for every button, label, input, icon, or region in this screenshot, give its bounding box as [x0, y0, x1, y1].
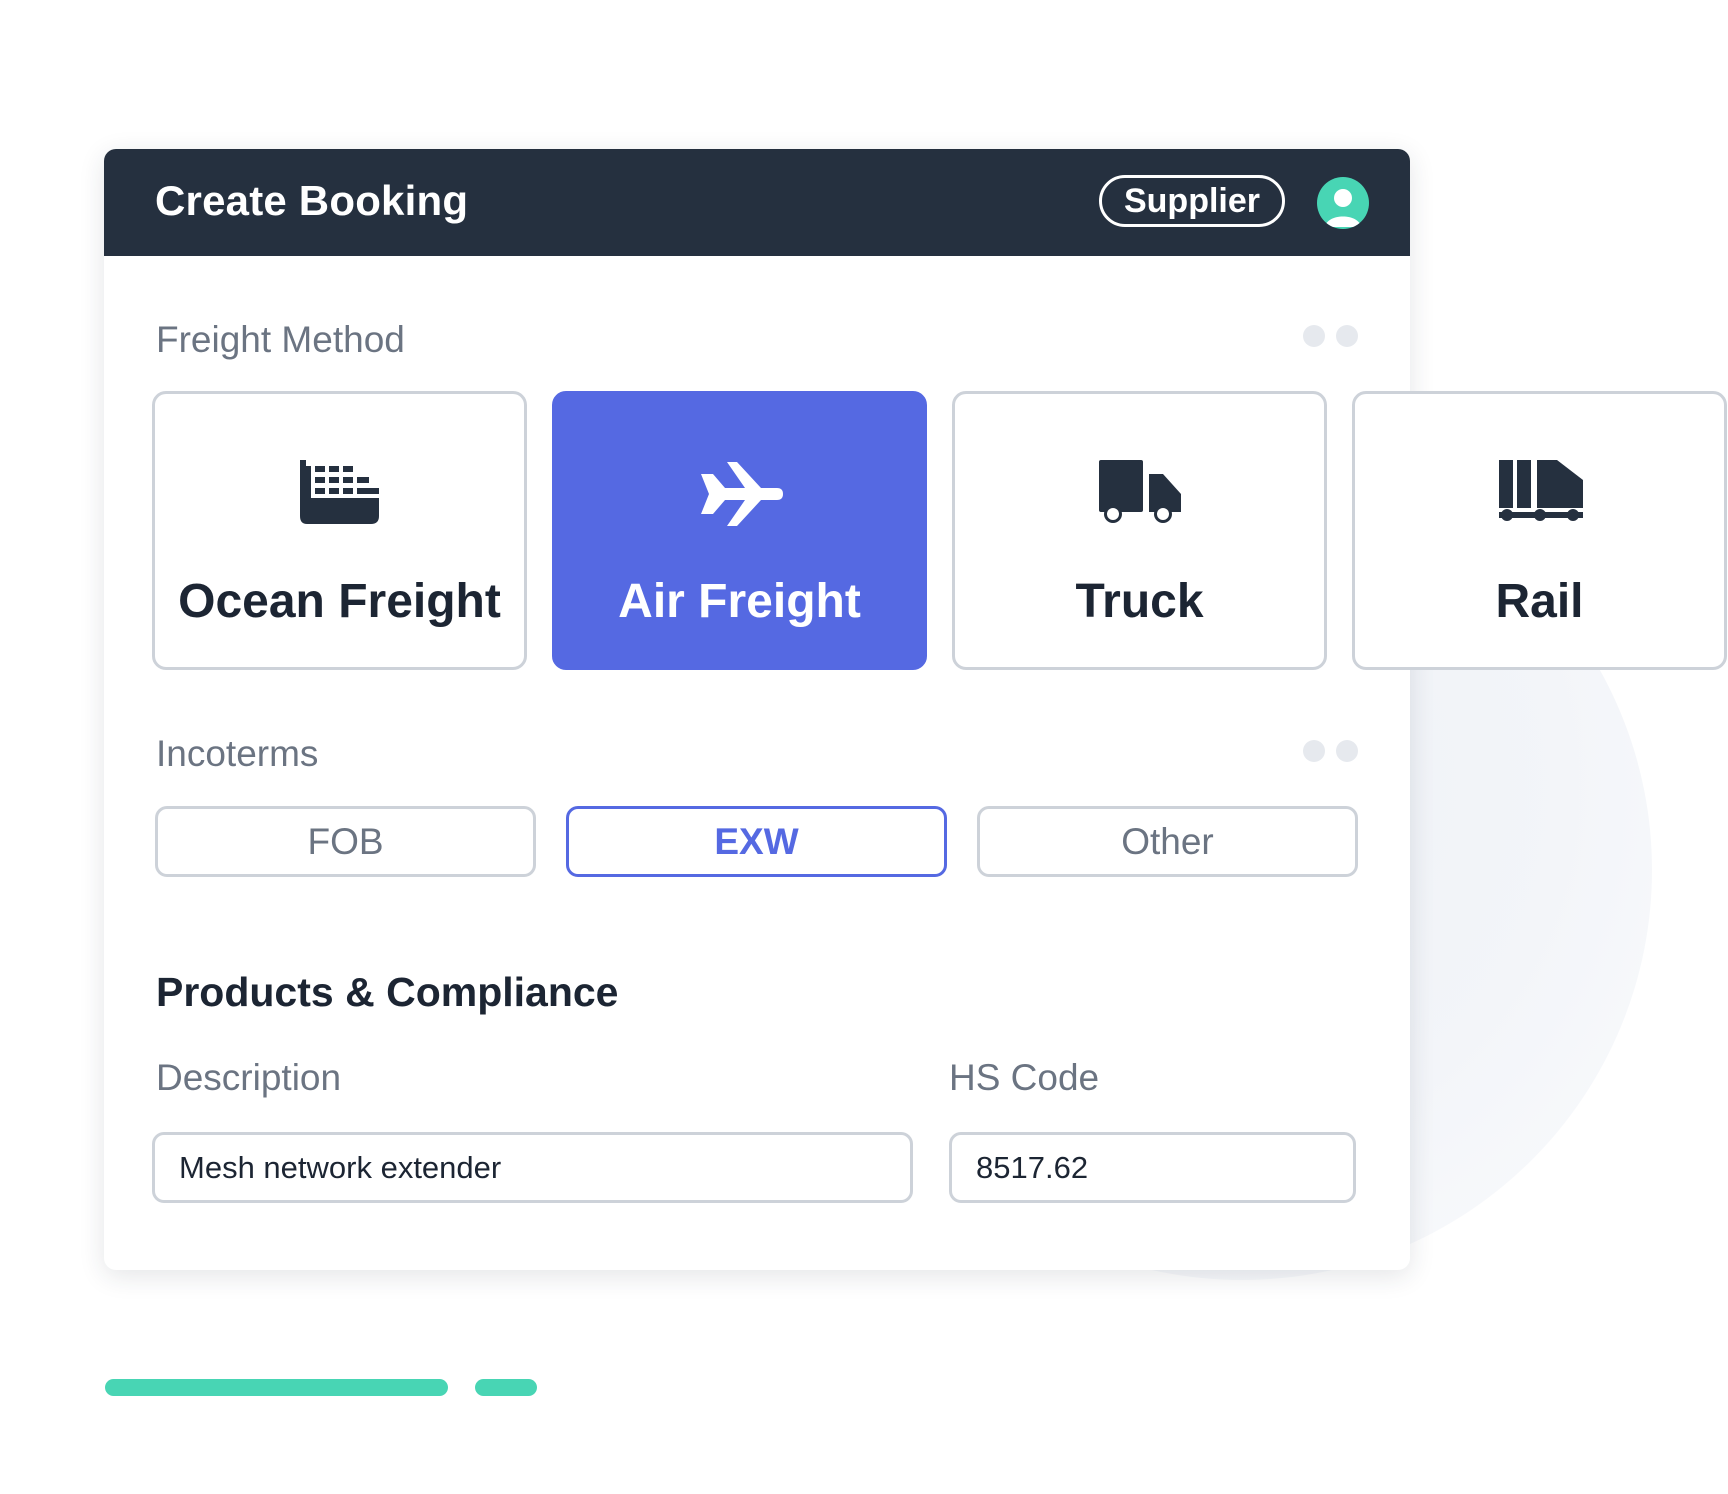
truck-icon — [1097, 458, 1183, 526]
role-badge[interactable]: Supplier — [1099, 175, 1285, 227]
pagination-dots — [1303, 740, 1363, 764]
train-icon — [1497, 458, 1583, 526]
card-header: Create Booking Supplier — [104, 149, 1410, 256]
incoterm-option-other[interactable]: Other — [977, 806, 1358, 877]
freight-option-rail[interactable]: Rail — [1352, 391, 1727, 670]
plane-icon — [697, 458, 783, 526]
freight-option-label: Air Freight — [618, 575, 861, 628]
freight-option-label: Truck — [1075, 575, 1204, 628]
freight-option-label: Rail — [1495, 575, 1584, 628]
ship-icon — [297, 458, 383, 526]
page-title: Create Booking — [155, 177, 469, 224]
incoterms-label: Incoterms — [156, 733, 319, 774]
description-label: Description — [156, 1057, 342, 1098]
incoterm-option-exw[interactable]: EXW — [566, 806, 947, 877]
products-compliance-heading: Products & Compliance — [156, 969, 619, 1015]
hs-code-label: HS Code — [949, 1057, 1100, 1098]
user-avatar-icon[interactable] — [1317, 177, 1369, 229]
incoterm-option-fob[interactable]: FOB — [155, 806, 536, 877]
hs-code-input[interactable]: 8517.62 — [949, 1132, 1356, 1203]
freight-method-label: Freight Method — [156, 319, 405, 360]
progress-segment-1 — [105, 1379, 448, 1396]
freight-option-label: Ocean Freight — [178, 575, 501, 628]
freight-option-ocean[interactable]: Ocean Freight — [152, 391, 527, 670]
progress-segment-2 — [475, 1379, 537, 1396]
description-input[interactable]: Mesh network extender — [152, 1132, 913, 1203]
pagination-dots — [1303, 325, 1363, 349]
booking-card: Create Booking Supplier Freight Method O… — [104, 149, 1727, 1270]
freight-option-air[interactable]: Air Freight — [552, 391, 927, 670]
freight-option-truck[interactable]: Truck — [952, 391, 1327, 670]
